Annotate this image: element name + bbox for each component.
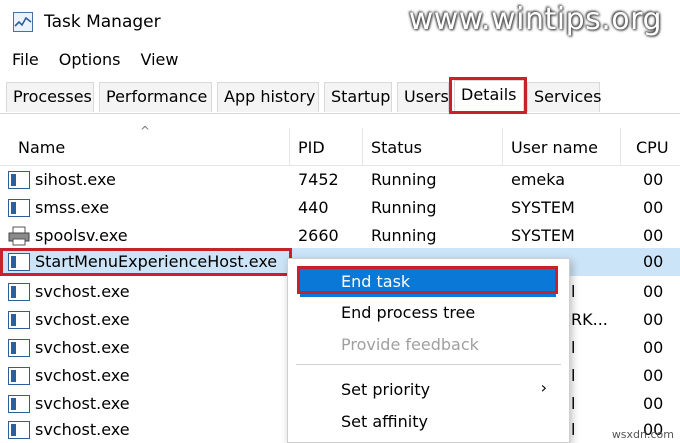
process-status: Running [371, 198, 437, 217]
printer-icon [8, 226, 30, 246]
column-divider[interactable] [362, 128, 363, 166]
column-header-pid[interactable]: PID [298, 138, 325, 157]
process-user: RK... [571, 310, 608, 329]
menu-item-provide-feedback: Provide feedback [288, 330, 569, 360]
process-cpu: 00 [643, 366, 664, 385]
process-cpu: 00 [643, 338, 664, 357]
menu-item-label: Set affinity [341, 412, 428, 431]
details-tab-highlight-box [449, 77, 527, 114]
process-name: svchost.exe [35, 394, 130, 413]
process-pid: 440 [298, 198, 329, 217]
process-name: svchost.exe [35, 310, 130, 329]
process-icon [8, 283, 30, 301]
column-header-user-name[interactable]: User name [511, 138, 598, 157]
window-title: Task Manager [44, 12, 161, 32]
chevron-right-icon: › [540, 378, 547, 397]
tab-users[interactable]: Users [397, 82, 449, 112]
tab-strip: Processes Performance App history Startu… [0, 80, 680, 114]
tab-divider [0, 113, 680, 114]
task-manager-icon [13, 12, 33, 32]
column-divider[interactable] [502, 128, 503, 166]
menu-file[interactable]: File [12, 46, 39, 76]
process-status: Running [371, 226, 437, 245]
column-divider[interactable] [289, 128, 290, 166]
process-user: SYSTEM [511, 198, 575, 217]
menu-options[interactable]: Options [59, 46, 121, 76]
process-cpu: 00 [643, 226, 664, 245]
process-cpu: 00 [643, 198, 664, 217]
tab-app-history[interactable]: App history [217, 82, 319, 112]
column-header-name[interactable]: Name [18, 138, 65, 157]
process-icon [8, 311, 30, 329]
tab-performance[interactable]: Performance [99, 82, 212, 112]
table-row[interactable]: sihost.exe 7452 Running emeka 00 [0, 166, 680, 194]
menu-item-set-affinity[interactable]: Set affinity [288, 407, 569, 437]
process-cpu: 00 [643, 282, 664, 301]
process-cpu: 00 [643, 252, 664, 271]
menu-item-label: Provide feedback [341, 335, 479, 354]
process-pid: 7452 [298, 170, 339, 189]
process-cpu: 00 [643, 394, 664, 413]
watermark-text: www.wintips.org [408, 2, 662, 37]
menu-item-set-priority[interactable]: Set priority › [288, 375, 569, 405]
process-icon [8, 339, 30, 357]
column-header-cpu[interactable]: CPU [636, 138, 669, 157]
process-icon [8, 199, 30, 217]
process-icon [8, 421, 30, 439]
process-name: smss.exe [35, 198, 110, 217]
process-user: l [571, 338, 576, 357]
menu-item-label: End process tree [341, 303, 476, 322]
menu-view[interactable]: View [141, 46, 179, 76]
process-cpu: 00 [643, 310, 664, 329]
tab-processes[interactable]: Processes [6, 82, 94, 112]
sort-ascending-icon: ^ [140, 124, 151, 138]
process-pid: 2660 [298, 226, 339, 245]
menu-bar: File Options View [0, 46, 680, 76]
process-name: svchost.exe [35, 282, 130, 301]
selected-process-highlight-box [0, 248, 292, 276]
menu-item-label: Set priority [341, 380, 431, 399]
menu-separator [296, 364, 561, 365]
process-user: emeka [511, 170, 566, 189]
table-row[interactable]: spoolsv.exe 2660 Running SYSTEM 00 [0, 222, 680, 250]
column-divider[interactable] [620, 128, 621, 166]
process-name: spoolsv.exe [35, 226, 128, 245]
site-tag-text: wsxdn.com [611, 428, 674, 441]
table-row[interactable]: smss.exe 440 Running SYSTEM 00 [0, 194, 680, 222]
tab-startup[interactable]: Startup [324, 82, 392, 112]
process-user: l [571, 366, 576, 385]
process-user: SYSTEM [511, 226, 575, 245]
tab-services[interactable]: Services [527, 82, 601, 112]
column-header-status[interactable]: Status [371, 138, 422, 157]
process-name: svchost.exe [35, 338, 130, 357]
end-task-highlight-box [297, 266, 558, 294]
process-name: svchost.exe [35, 366, 130, 385]
process-name: sihost.exe [35, 170, 116, 189]
process-user: l [571, 282, 576, 301]
menu-item-end-process-tree[interactable]: End process tree [288, 298, 569, 328]
process-user: l [571, 394, 576, 413]
title-bar: Task Manager www.wintips.org [0, 0, 680, 44]
process-cpu: 00 [643, 170, 664, 189]
process-status: Running [371, 170, 437, 189]
process-icon [8, 367, 30, 385]
process-icon [8, 395, 30, 413]
column-header-row: Name PID Status User name CPU [0, 128, 680, 166]
process-name: svchost.exe [35, 420, 130, 439]
process-user: l [571, 420, 576, 439]
process-icon [8, 171, 30, 189]
